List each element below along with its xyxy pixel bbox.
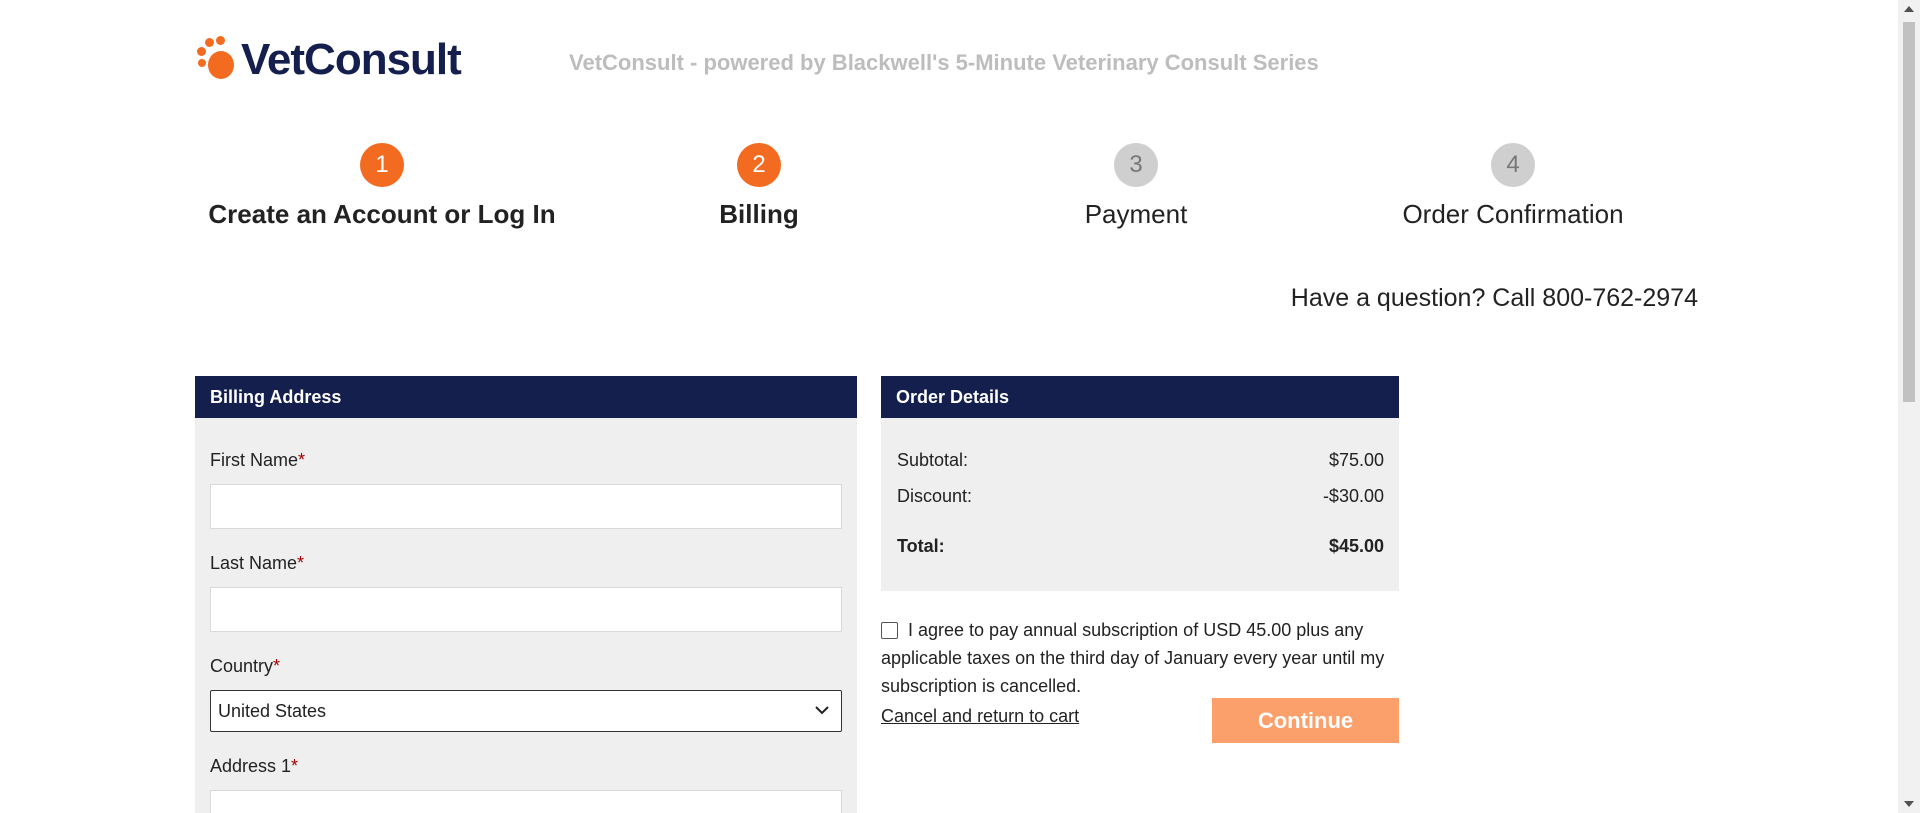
- scroll-up-icon[interactable]: [1904, 6, 1914, 12]
- last-name-label: Last Name*: [210, 553, 305, 573]
- discount-row: Discount: -$30.00: [897, 486, 1384, 507]
- step-billing: 2 Billing: [579, 143, 939, 230]
- discount-label: Discount:: [897, 486, 973, 506]
- country-value: United States: [218, 701, 327, 721]
- order-details-heading: Order Details: [881, 376, 1399, 418]
- page-header: VetConsult VetConsult - powered by Black…: [0, 0, 1898, 120]
- step-payment: 3 Payment: [956, 143, 1316, 230]
- step-number: 2: [737, 143, 781, 187]
- step-number: 4: [1491, 143, 1535, 187]
- last-name-input[interactable]: [210, 587, 842, 632]
- order-details-panel: Subtotal: $75.00 Discount: -$30.00 Total…: [881, 418, 1399, 591]
- step-label: Billing: [719, 199, 799, 229]
- agree-text: I agree to pay annual subscription of US…: [881, 620, 1385, 696]
- billing-address-form: First Name* Last Name* Country* United S…: [195, 418, 857, 813]
- scroll-down-icon[interactable]: [1904, 801, 1914, 807]
- vetconsult-logo[interactable]: VetConsult: [197, 35, 462, 84]
- address1-label: Address 1*: [210, 756, 299, 776]
- subtotal-value: $75.00: [1328, 450, 1384, 470]
- site-tagline: VetConsult - powered by Blackwell's 5-Mi…: [569, 50, 1319, 75]
- first-name-label: First Name*: [210, 450, 306, 470]
- agree-checkbox[interactable]: [881, 622, 898, 639]
- step-order-confirmation: 4 Order Confirmation: [1333, 143, 1693, 230]
- address1-input[interactable]: [210, 790, 842, 813]
- country-select[interactable]: United States: [210, 690, 842, 732]
- country-label: Country*: [210, 656, 281, 676]
- total-label: Total:: [897, 536, 945, 556]
- cancel-return-to-cart-link[interactable]: Cancel and return to cart: [881, 706, 1079, 727]
- subtotal-label: Subtotal:: [897, 450, 969, 470]
- billing-address-heading: Billing Address: [195, 376, 857, 418]
- total-value: $45.00: [1328, 536, 1384, 556]
- subscription-agreement: I agree to pay annual subscription of US…: [881, 616, 1411, 700]
- subtotal-row: Subtotal: $75.00: [897, 450, 1384, 471]
- continue-button[interactable]: Continue: [1212, 698, 1399, 743]
- step-label: Create an Account or Log In: [208, 199, 556, 229]
- step-number: 3: [1114, 143, 1158, 187]
- step-account: 1 Create an Account or Log In: [202, 143, 562, 230]
- vertical-scrollbar[interactable]: [1898, 0, 1920, 813]
- step-number: 1: [360, 143, 404, 187]
- total-row: Total: $45.00: [897, 536, 1384, 557]
- logo-text: VetConsult: [241, 35, 462, 84]
- scrollbar-thumb[interactable]: [1903, 22, 1915, 402]
- step-label: Payment: [1084, 199, 1188, 229]
- chevron-down-icon: [815, 706, 829, 715]
- step-label: Order Confirmation: [1402, 199, 1624, 229]
- help-phone-text: Have a question? Call 800-762-2974: [1290, 284, 1698, 312]
- first-name-input[interactable]: [210, 484, 842, 529]
- discount-value: -$30.00: [1322, 486, 1384, 506]
- paw-icon: [197, 36, 237, 82]
